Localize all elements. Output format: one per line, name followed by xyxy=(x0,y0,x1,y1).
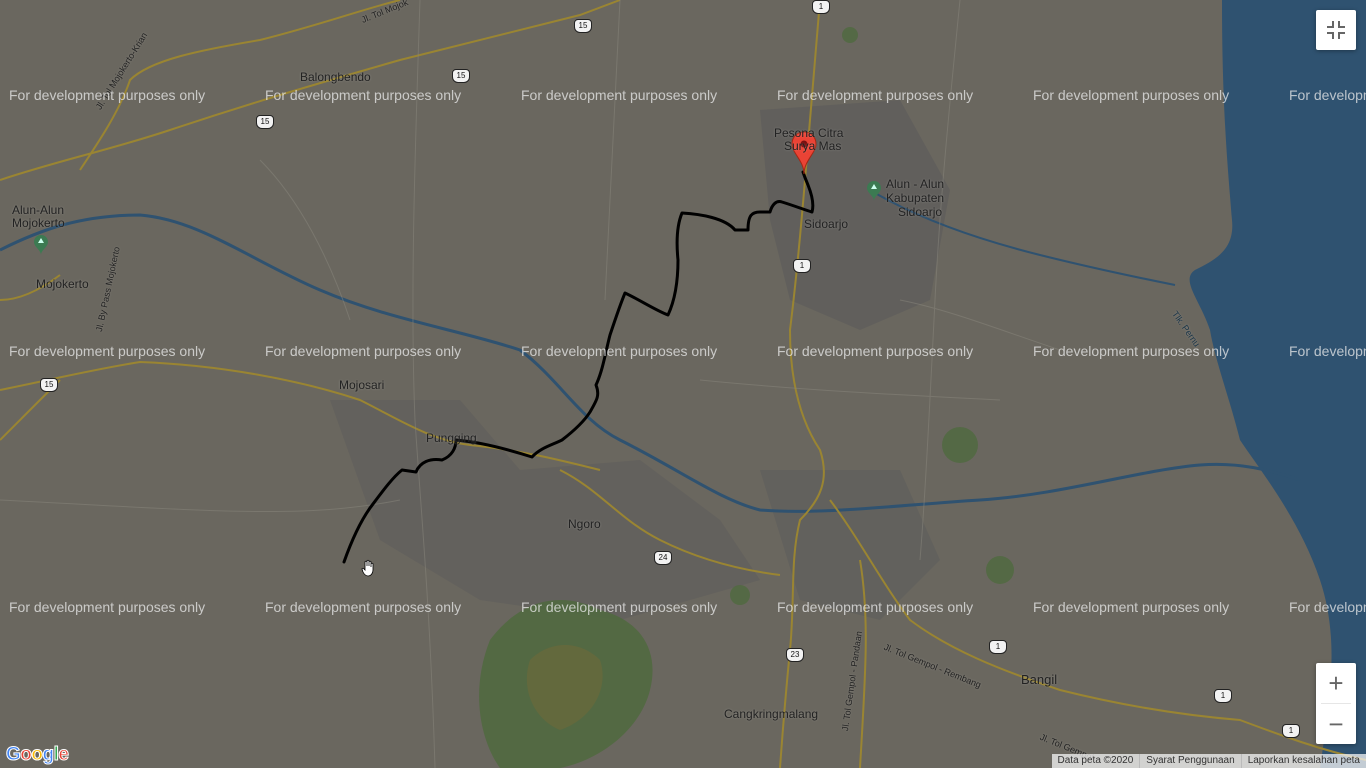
watermark: For development purposes only xyxy=(1289,599,1366,615)
park-pin-icon xyxy=(867,181,881,201)
zoom-in-button[interactable]: + xyxy=(1316,663,1356,703)
watermark: For development purposes only xyxy=(1033,343,1230,359)
watermark: For development purposes only xyxy=(777,599,974,615)
zoom-out-button[interactable]: − xyxy=(1316,704,1356,744)
route-shield: 15 xyxy=(256,115,274,129)
place-label: Surya Mas xyxy=(784,139,842,153)
place-label: Mojokerto xyxy=(12,216,65,230)
watermark: For development purposes only xyxy=(777,343,974,359)
watermark: For development purposes only xyxy=(521,87,718,103)
fullscreen-button[interactable] xyxy=(1316,10,1356,50)
watermark: For development purposes only xyxy=(9,87,206,103)
place-label: Mojosari xyxy=(339,378,385,392)
place-label: Mojokerto xyxy=(36,277,89,291)
watermark: For development purposes only xyxy=(521,343,718,359)
watermark: For development purposes only xyxy=(521,599,718,615)
route-shield: 15 xyxy=(40,378,58,392)
zoom-control: + − xyxy=(1316,663,1356,744)
logo-letter: g xyxy=(42,744,55,766)
route-path xyxy=(342,170,815,564)
route-shield: 24 xyxy=(654,551,672,565)
place-label: Alun-Alun xyxy=(12,203,65,217)
place-label: Sidoarjo xyxy=(898,205,943,219)
route-layer xyxy=(342,170,815,564)
watermark: For development purposes only xyxy=(1033,599,1230,615)
watermark: For development purposes only xyxy=(9,343,206,359)
place-label: Pungging xyxy=(426,431,477,445)
terms-link[interactable]: Syarat Penggunaan xyxy=(1139,754,1240,768)
route-shield: 1 xyxy=(1282,724,1300,738)
place-label: Pesona Citra xyxy=(774,126,844,140)
park-pin-icon xyxy=(34,235,48,255)
place-label: Ngoro xyxy=(568,517,601,531)
watermark: For development purposes only xyxy=(777,87,974,103)
logo-letter: G xyxy=(5,744,21,766)
watermark: For development purposes only xyxy=(1033,87,1230,103)
map-canvas[interactable]: Balongbendo Alun-Alun Mojokerto Mojokert… xyxy=(0,0,1366,768)
route-shield: 1 xyxy=(793,259,811,273)
place-label: Sidoarjo xyxy=(804,217,849,231)
watermark: For development purposes only xyxy=(265,343,462,359)
route-shield: 1 xyxy=(989,640,1007,654)
route-shield: 15 xyxy=(452,69,470,83)
logo-letter: o xyxy=(20,744,33,766)
map-footer: Data peta ©2020 Syarat Penggunaan Lapork… xyxy=(1051,754,1366,768)
watermark: For development purposes only xyxy=(9,599,206,615)
report-error-link[interactable]: Laporkan kesalahan peta xyxy=(1240,754,1366,768)
place-label: Balongbendo xyxy=(300,70,371,84)
route-shield: 23 xyxy=(786,648,804,662)
route-shield: 15 xyxy=(574,19,592,33)
google-logo[interactable]: Google xyxy=(5,744,70,766)
route-shield: 1 xyxy=(1214,689,1232,703)
place-label: Kabupaten xyxy=(886,191,945,205)
place-label: Cangkringmalang xyxy=(724,707,819,721)
place-label: Bangil xyxy=(1021,672,1058,687)
watermark: For development purposes only xyxy=(265,87,462,103)
watermark: For development purposes only xyxy=(1289,87,1366,103)
place-label: Alun - Alun xyxy=(886,177,945,191)
map-data-credit[interactable]: Data peta ©2020 xyxy=(1052,754,1140,768)
logo-letter: e xyxy=(58,744,70,766)
watermark: For development purposes only xyxy=(1289,343,1366,359)
hand-cursor-icon xyxy=(361,559,374,577)
route-shield: 1 xyxy=(812,0,830,14)
exit-fullscreen-icon xyxy=(1327,21,1345,39)
watermark: For development purposes only xyxy=(265,599,462,615)
logo-letter: o xyxy=(31,744,44,766)
